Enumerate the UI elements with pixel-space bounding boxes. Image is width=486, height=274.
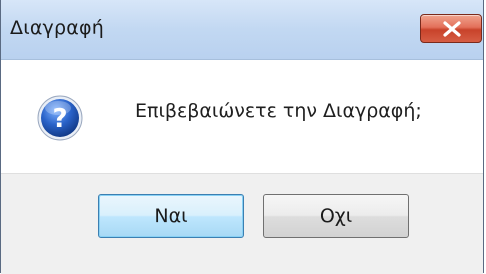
dialog-content: ? Επιβεβαιώνετε την Διαγραφή; [1, 60, 483, 173]
dialog-window: Διαγραφή ? Επιβεβαιώνετε την Διαγραφή; Ν… [0, 0, 484, 274]
yes-button[interactable]: Ναι [98, 194, 244, 238]
title-bar[interactable]: Διαγραφή [1, 0, 483, 60]
no-button[interactable]: Οχι [263, 194, 409, 238]
button-bar: Ναι Οχι [1, 173, 483, 274]
dialog-title: Διαγραφή [10, 17, 104, 39]
close-icon [443, 21, 461, 37]
close-button[interactable] [420, 14, 482, 43]
confirmation-message: Επιβεβαιώνετε την Διαγραφή; [135, 100, 422, 122]
question-icon: ? [37, 95, 83, 141]
svg-text:?: ? [52, 104, 67, 134]
